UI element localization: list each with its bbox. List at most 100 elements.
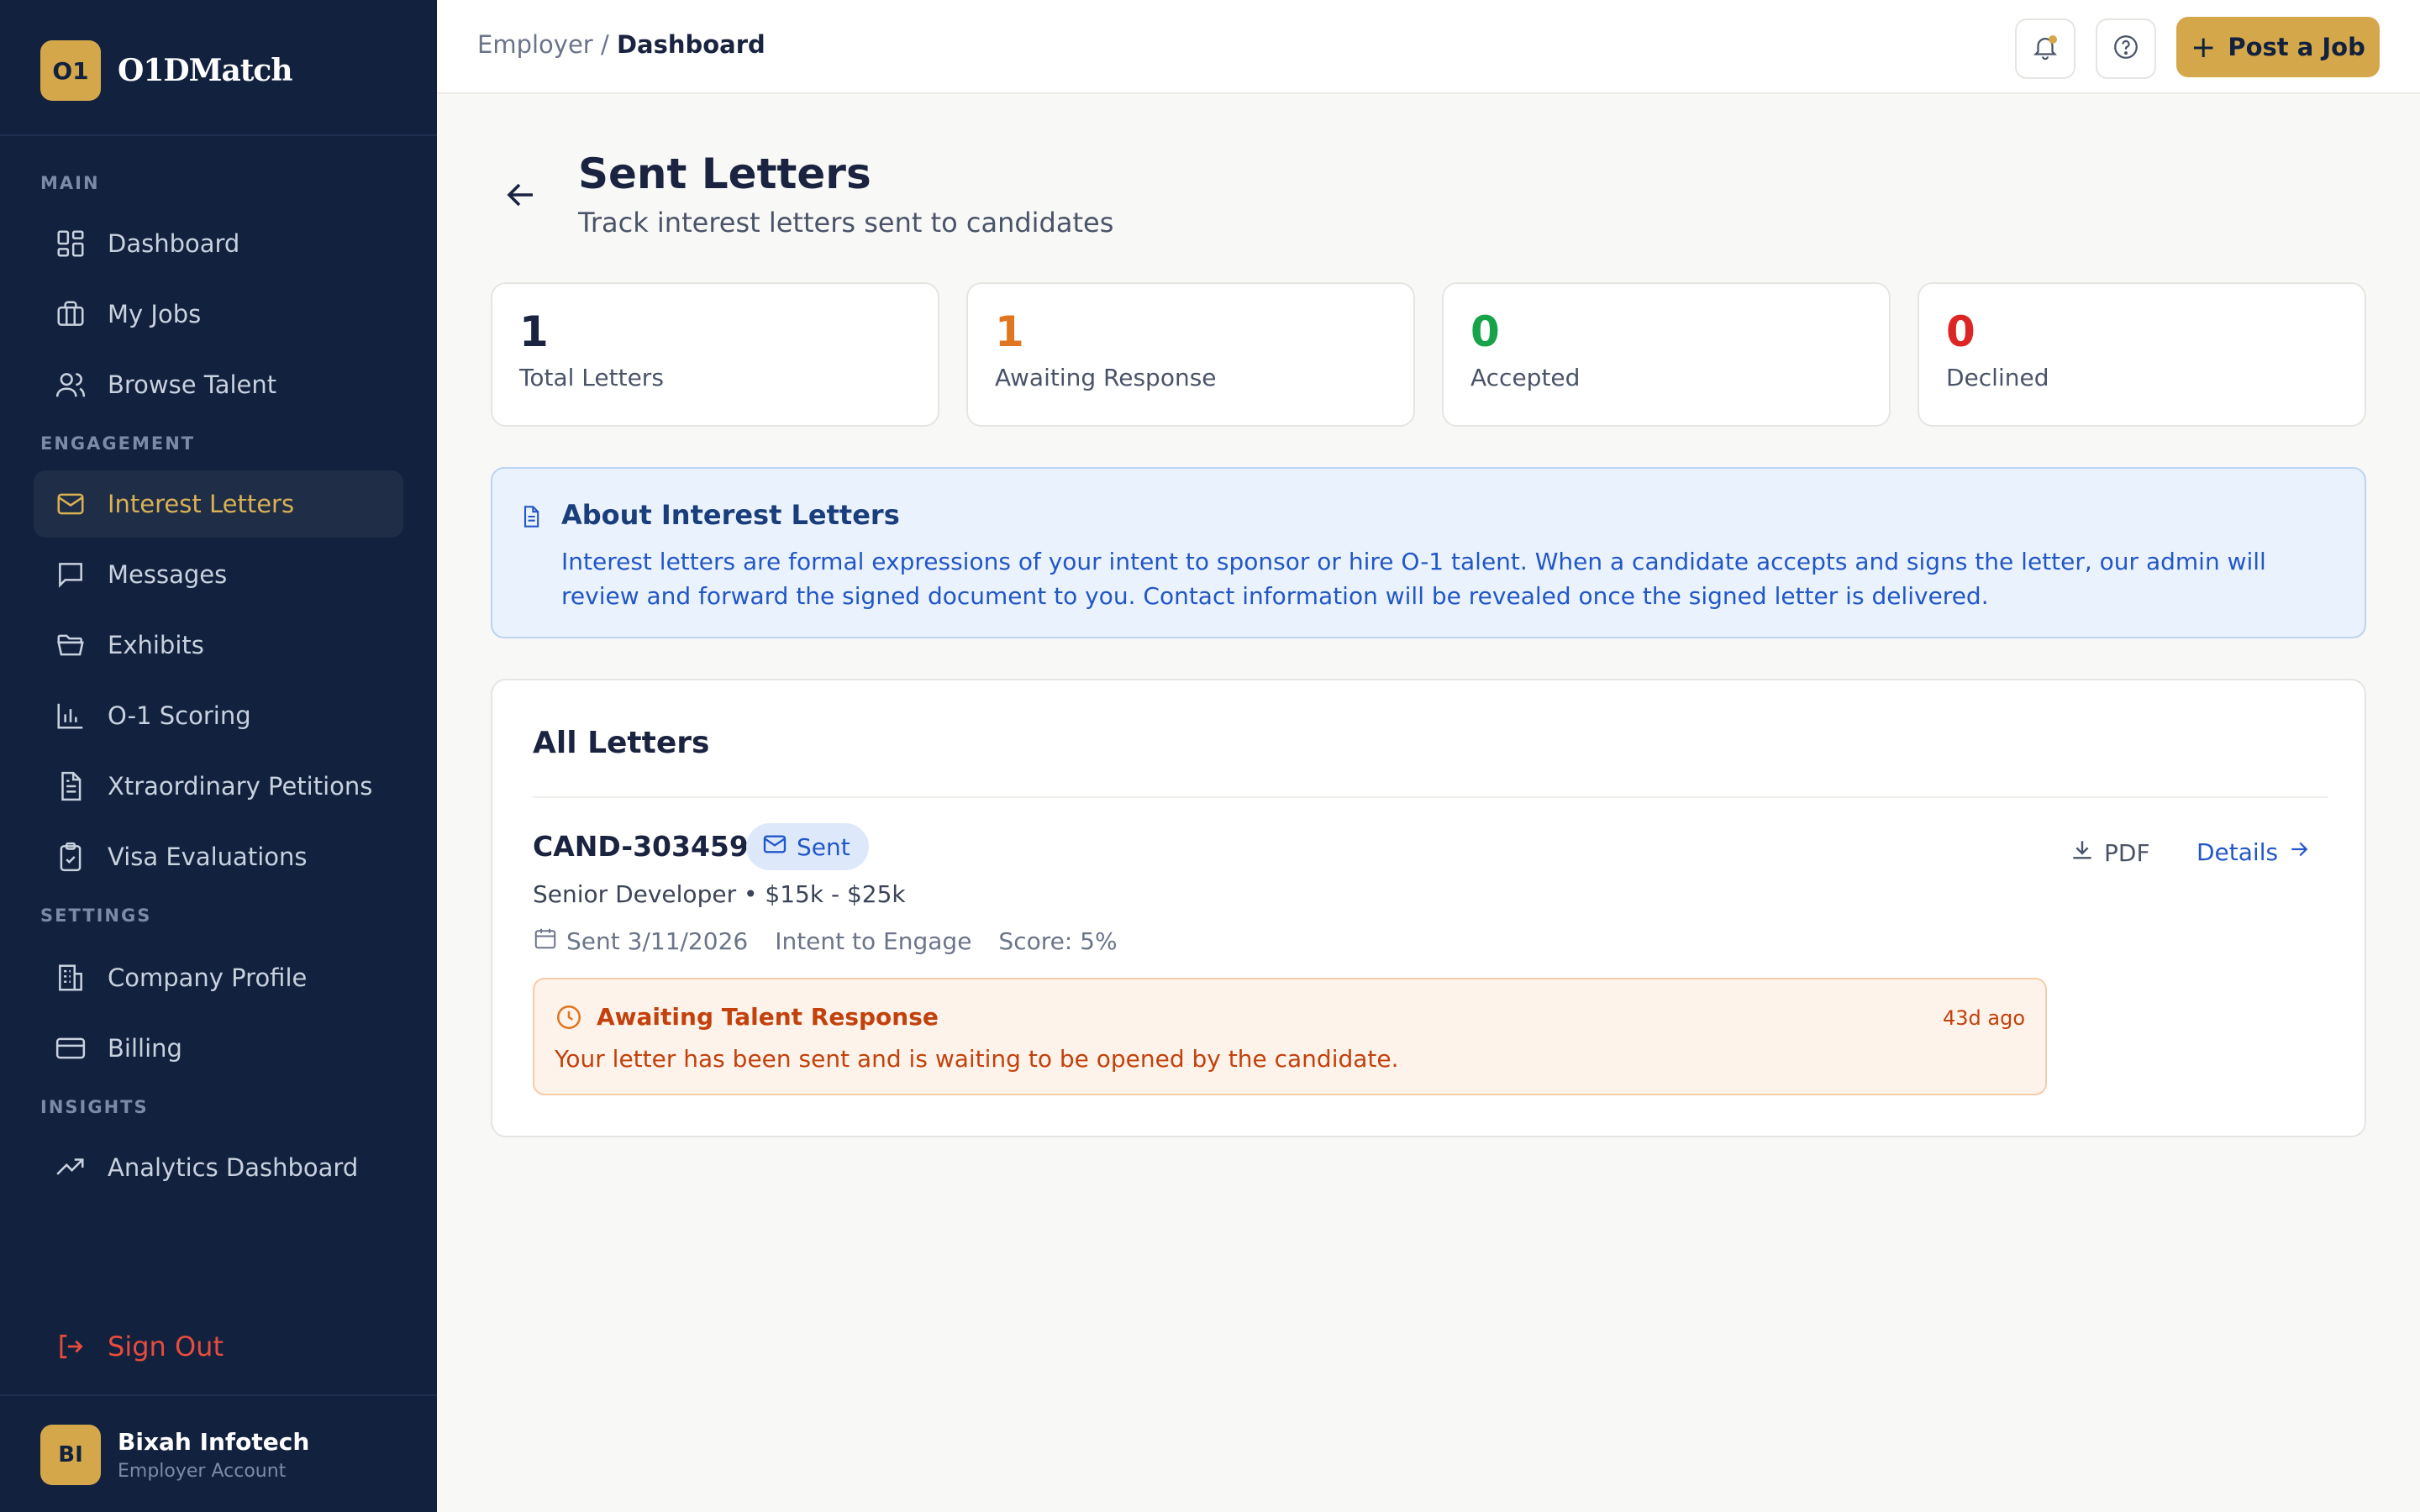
sidebar-item-label: O-1 Scoring bbox=[108, 701, 251, 730]
sidebar-item-exhibits[interactable]: Exhibits bbox=[34, 612, 403, 679]
sidebar-item-label: Browse Talent bbox=[108, 370, 277, 399]
trending-icon bbox=[54, 1151, 87, 1184]
details-button[interactable]: Details bbox=[2196, 837, 2312, 868]
download-pdf-button[interactable]: PDF bbox=[2069, 837, 2150, 869]
stat-card-awaiting: 1 Awaiting Response bbox=[966, 282, 1415, 427]
post-job-label: Post a Job bbox=[2228, 33, 2365, 61]
sign-out-button[interactable]: Sign Out bbox=[54, 1319, 224, 1374]
sidebar-item-label: Exhibits bbox=[108, 631, 204, 659]
sidebar-item-label: My Jobs bbox=[108, 300, 202, 328]
clipboard-icon bbox=[54, 840, 87, 874]
user-profile[interactable]: BI Bixah Infotech Employer Account bbox=[40, 1425, 309, 1485]
sidebar-item-dashboard[interactable]: Dashboard bbox=[34, 210, 403, 277]
help-icon bbox=[2112, 33, 2140, 65]
info-box: About Interest Letters Interest letters … bbox=[491, 467, 2366, 638]
breadcrumb-separator: / bbox=[600, 30, 609, 59]
details-label: Details bbox=[2196, 838, 2279, 866]
brand-name: O1DMatch bbox=[118, 53, 293, 88]
job-summary: Senior Developer • $15k - $25k bbox=[533, 880, 906, 908]
sign-out-label: Sign Out bbox=[108, 1331, 224, 1362]
sidebar-item-my-jobs[interactable]: My Jobs bbox=[34, 281, 403, 348]
letters-title: All Letters bbox=[533, 726, 710, 760]
stat-value: 1 bbox=[519, 307, 549, 356]
credit-card-icon bbox=[54, 1032, 87, 1065]
sidebar-item-company-profile[interactable]: Company Profile bbox=[34, 944, 403, 1011]
user-role: Employer Account bbox=[118, 1461, 287, 1482]
help-button[interactable] bbox=[2096, 18, 2156, 79]
sidebar-item-visa-evaluations[interactable]: Visa Evaluations bbox=[34, 823, 403, 890]
stat-label: Awaiting Response bbox=[995, 364, 1217, 391]
stat-card-declined: 0 Declined bbox=[1918, 282, 2366, 427]
page-subtitle: Track interest letters sent to candidate… bbox=[578, 207, 1114, 239]
stat-card-accepted: 0 Accepted bbox=[1442, 282, 1891, 427]
mail-icon bbox=[54, 487, 87, 521]
sidebar: O1 O1DMatch MAIN Dashboard My Jobs Brows… bbox=[0, 0, 437, 1512]
candidate-id: CAND-303459 bbox=[533, 830, 749, 863]
sidebar-item-billing[interactable]: Billing bbox=[34, 1015, 403, 1082]
top-bar: Employer / Dashboard + Post a Job bbox=[437, 0, 2420, 94]
avatar: BI bbox=[40, 1425, 101, 1485]
folder-icon bbox=[54, 628, 87, 662]
calendar-icon bbox=[533, 926, 566, 957]
page-title: Sent Letters bbox=[578, 150, 871, 198]
mail-icon bbox=[761, 831, 797, 864]
sidebar-item-label: Interest Letters bbox=[108, 490, 295, 518]
divider bbox=[533, 796, 2328, 798]
plus-icon: + bbox=[2191, 29, 2217, 65]
file-icon bbox=[54, 769, 87, 803]
sidebar-item-label: Messages bbox=[108, 560, 228, 589]
notifications-button[interactable] bbox=[2015, 18, 2075, 79]
sidebar-item-analytics-dashboard[interactable]: Analytics Dashboard bbox=[34, 1134, 403, 1201]
post-job-button[interactable]: + Post a Job bbox=[2176, 17, 2380, 77]
document-icon bbox=[519, 504, 543, 529]
sidebar-item-interest-letters[interactable]: Interest Letters bbox=[34, 470, 403, 538]
letters-card: All Letters CAND-303459 Sent Senior Deve… bbox=[491, 679, 2366, 1137]
download-icon bbox=[2069, 837, 2104, 869]
arrow-left-icon bbox=[501, 183, 541, 218]
breadcrumb-parent[interactable]: Employer bbox=[477, 30, 593, 59]
info-title: About Interest Letters bbox=[561, 499, 900, 531]
awaiting-response-notice: Awaiting Talent Response 43d ago Your le… bbox=[533, 978, 2047, 1095]
brand-badge: O1 bbox=[40, 40, 101, 101]
arrow-right-icon bbox=[2278, 837, 2312, 868]
letter-meta: Sent 3/11/2026 Intent to Engage Score: 5… bbox=[533, 926, 1118, 957]
clock-icon bbox=[555, 1003, 583, 1032]
logout-icon bbox=[54, 1330, 87, 1363]
notification-dot bbox=[2049, 35, 2057, 44]
dashboard-icon bbox=[54, 227, 87, 260]
sidebar-item-label: Billing bbox=[108, 1034, 182, 1063]
stat-value: 1 bbox=[995, 307, 1024, 356]
bar-chart-icon bbox=[54, 699, 87, 732]
letter-type: Intent to Engage bbox=[775, 927, 972, 955]
section-label-main: MAIN bbox=[40, 173, 100, 193]
stat-label: Total Letters bbox=[519, 364, 664, 391]
awaiting-title: Awaiting Talent Response bbox=[597, 1003, 939, 1031]
sidebar-item-xtraordinary-petitions[interactable]: Xtraordinary Petitions bbox=[34, 753, 403, 820]
section-label-insights: INSIGHTS bbox=[40, 1097, 149, 1117]
status-label: Sent bbox=[797, 832, 850, 861]
breadcrumb-current: Dashboard bbox=[616, 30, 765, 59]
section-label-engagement: ENGAGEMENT bbox=[40, 433, 196, 454]
divider bbox=[0, 134, 437, 136]
stat-card-total: 1 Total Letters bbox=[491, 282, 939, 427]
sidebar-item-browse-talent[interactable]: Browse Talent bbox=[34, 351, 403, 418]
awaiting-time: 43d ago bbox=[1942, 1006, 2025, 1030]
sent-date: Sent 3/11/2026 bbox=[566, 927, 749, 955]
divider bbox=[0, 1394, 437, 1396]
status-badge: Sent bbox=[746, 823, 869, 870]
stat-value: 0 bbox=[1470, 307, 1500, 356]
pdf-label: PDF bbox=[2104, 839, 2150, 867]
sidebar-item-o1-scoring[interactable]: O-1 Scoring bbox=[34, 682, 403, 749]
building-icon bbox=[54, 961, 87, 995]
stat-label: Declined bbox=[1946, 364, 2049, 391]
sidebar-item-messages[interactable]: Messages bbox=[34, 541, 403, 608]
brand-logo[interactable]: O1 O1DMatch bbox=[40, 40, 293, 101]
awaiting-text: Your letter has been sent and is waiting… bbox=[555, 1045, 1399, 1073]
back-button[interactable] bbox=[501, 175, 541, 215]
stat-label: Accepted bbox=[1470, 364, 1581, 391]
sidebar-item-label: Dashboard bbox=[108, 229, 240, 258]
users-icon bbox=[54, 368, 87, 402]
info-text: Interest letters are formal expressions … bbox=[561, 548, 2266, 610]
sidebar-item-label: Company Profile bbox=[108, 963, 308, 992]
sidebar-item-label: Xtraordinary Petitions bbox=[108, 772, 373, 801]
